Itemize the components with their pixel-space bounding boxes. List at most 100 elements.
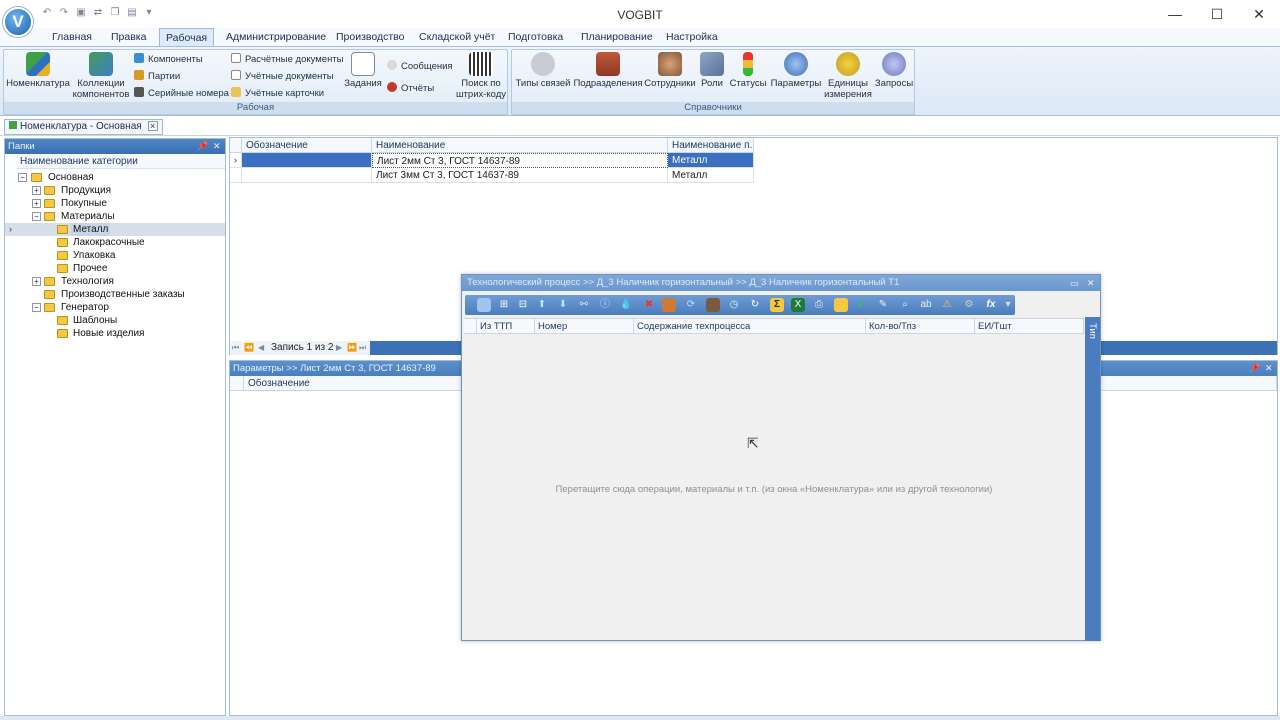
maximize-icon[interactable]: ▭ [1070,275,1079,291]
tree-node-metal[interactable]: › Металл [5,223,225,236]
reports-button[interactable]: Отчёты [387,82,434,96]
tasks-button[interactable]: Задания [343,52,383,89]
queries-button[interactable]: Запросы [874,52,914,89]
pin-icon[interactable]: 📌 [197,139,208,154]
components-button[interactable]: Компоненты [134,53,203,67]
close-button[interactable]: ✕ [1238,0,1280,28]
acc-cards-button[interactable]: Учётные карточки [231,87,324,101]
print-icon[interactable]: ⎙ [812,298,826,312]
barcode-search-button[interactable]: Поиск по штрих-коду [454,52,508,100]
tree-node-templates[interactable]: Шаблоны [5,314,225,327]
tab-preparation[interactable]: Подготовка [502,28,569,46]
parameters-button[interactable]: Параметры [770,52,822,89]
tree-view-icon[interactable] [834,298,848,312]
doc-tab-close-icon[interactable]: × [147,121,158,131]
close-icon[interactable]: ✕ [1087,275,1095,291]
expand-icon[interactable]: + [32,277,41,286]
excel-icon[interactable]: X [791,298,805,312]
table-cell[interactable]: Лист 2мм Ст 3, ГОСТ 14637-89 [372,153,668,168]
edit-icon[interactable]: ✎ [876,298,890,312]
table-cell[interactable]: Лист 3мм Ст 3, ГОСТ 14637-89 [372,168,668,183]
tab-production[interactable]: Производство [330,28,410,46]
table-cell[interactable]: Металл [668,153,754,168]
column-header-designation[interactable]: Обозначение [242,138,372,153]
sum-icon[interactable]: Σ [770,298,784,312]
table-cell[interactable] [242,168,372,183]
batches-button[interactable]: Партии [134,70,180,84]
collapse-icon[interactable]: − [32,303,41,312]
column-header-category[interactable]: Наименование п... [668,138,754,153]
panel-close-icon[interactable]: ✕ [213,139,221,154]
column-header-number[interactable]: Номер [535,319,634,334]
last-record-icon[interactable]: ⏭ [359,341,366,355]
material-icon[interactable] [706,298,720,312]
tree-node-packaging[interactable]: Упаковка [5,249,225,262]
warning-icon[interactable]: ⚠ [940,298,954,312]
clock-icon[interactable]: ◷ [727,298,741,312]
tab-home[interactable]: Главная [46,28,98,46]
rename-icon[interactable]: ab [919,298,933,312]
tree-node-root[interactable]: − Основная [5,171,225,184]
arrow-up-icon[interactable]: ⬆ [535,298,549,312]
statuses-button[interactable]: Статусы [728,52,768,89]
new-icon[interactable] [477,298,491,312]
next-page-icon[interactable]: ⏩ [347,341,357,355]
column-header-qty[interactable]: Кол-во/Тпз [866,319,975,334]
tree-node-products[interactable]: + Продукция [5,184,225,197]
tab-planning[interactable]: Планирование [575,28,659,46]
tab-admin[interactable]: Администрирование [220,28,332,46]
search-icon[interactable]: ⌕ [898,298,912,312]
expand-icon[interactable]: + [32,199,41,208]
prev-page-icon[interactable]: ⏪ [244,341,254,355]
tech-process-window[interactable]: Технологический процесс >> Д_3 Наличник … [461,274,1101,641]
drop-icon[interactable]: 💧 [619,298,633,312]
units-button[interactable]: Единицы измерения [823,52,873,100]
type-side-tab[interactable]: Тип [1085,317,1100,641]
tree-node-paints[interactable]: Лакокрасочные [5,236,225,249]
tech-process-header[interactable]: Технологический процесс >> Д_3 Наличник … [462,275,1100,291]
collections-button[interactable]: Коллекции компонентов [70,52,132,100]
check-icon[interactable]: ✔ [855,298,869,312]
doc-tab-nomenclature[interactable]: Номенклатура - Основная × [4,119,163,135]
delete-icon[interactable]: ✖ [642,298,656,312]
remove-icon[interactable]: ⊟ [516,298,530,312]
employees-button[interactable]: Сотрудники [644,52,696,89]
first-record-icon[interactable]: ⏮ [232,341,239,355]
collapse-icon[interactable]: − [18,173,27,182]
next-record-icon[interactable]: ▶ [336,341,342,355]
refresh-icon[interactable]: ⟳ [684,298,698,312]
table-cell[interactable] [242,153,372,168]
tree-node-other[interactable]: Прочее [5,262,225,275]
arrow-down-icon[interactable]: ⬇ [556,298,570,312]
nomenclature-button[interactable]: Номенклатура [6,52,70,89]
column-header-name[interactable]: Наименование [372,138,668,153]
expand-icon[interactable]: + [32,186,41,195]
tree-node-generator[interactable]: − Генератор [5,301,225,314]
tree-node-materials[interactable]: − Материалы [5,210,225,223]
link-types-button[interactable]: Типы связей [514,52,572,89]
tab-edit[interactable]: Правка [105,28,152,46]
column-header-content[interactable]: Содержание техпроцесса [634,319,866,334]
settings-icon[interactable]: ⚙ [962,298,976,312]
tab-settings[interactable]: Настройка [660,28,724,46]
acc-docs-button[interactable]: Учётные документы [231,70,334,84]
tree-node-orders[interactable]: Производственные заказы [5,288,225,301]
departments-button[interactable]: Подразделения [573,52,643,89]
tree-node-technology[interactable]: + Технология [5,275,225,288]
toolbar-more-icon[interactable]: ▾ [1003,298,1013,312]
minimize-button[interactable]: — [1154,0,1196,28]
info-icon[interactable]: ⓘ [598,298,612,312]
pin-icon[interactable]: 📌 [1249,361,1260,376]
panel-close-icon[interactable]: ✕ [1265,361,1273,376]
add-icon[interactable]: ⊞ [497,298,511,312]
column-header-unit[interactable]: ЕИ/Тшт [975,319,1084,334]
recalc-icon[interactable]: ↻ [748,298,762,312]
tab-work[interactable]: Рабочая [159,28,215,46]
calc-docs-button[interactable]: Расчётные документы [231,53,344,67]
tab-warehouse[interactable]: Складской учёт [413,28,501,46]
tree-node-purchased[interactable]: + Покупные [5,197,225,210]
tree-node-new-items[interactable]: Новые изделия [5,327,225,340]
maximize-button[interactable]: ☐ [1196,0,1238,28]
app-logo[interactable]: V [3,7,33,37]
prev-record-icon[interactable]: ◀ [258,341,264,355]
